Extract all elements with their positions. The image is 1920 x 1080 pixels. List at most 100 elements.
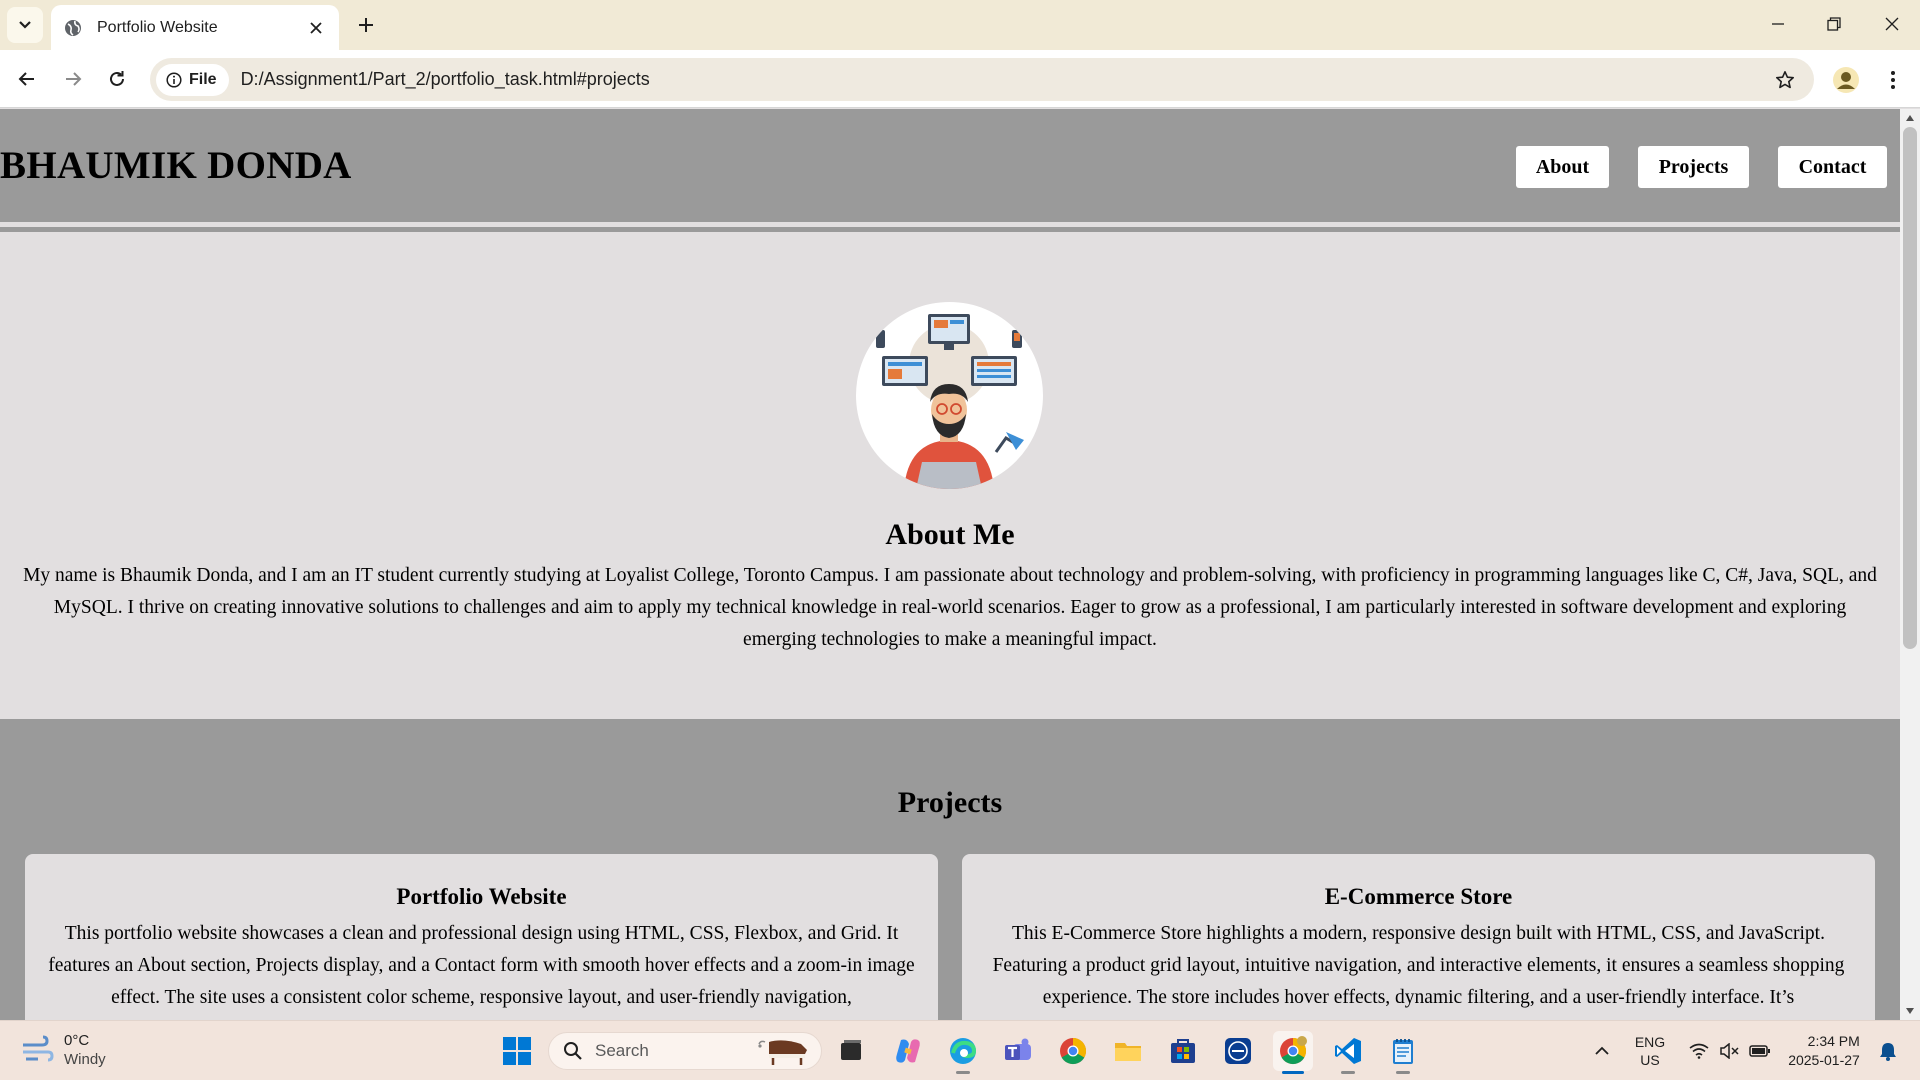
store-icon bbox=[1171, 1039, 1195, 1063]
search-placeholder: Search bbox=[595, 1041, 649, 1060]
scroll-up-arrow[interactable] bbox=[1900, 109, 1920, 127]
address-bar[interactable]: File D:/Assignment1/Part_2/portfolio_tas… bbox=[150, 58, 1814, 101]
chevron-up-icon bbox=[1595, 1046, 1609, 1055]
close-window-button[interactable] bbox=[1864, 0, 1920, 48]
scrollbar-thumb[interactable] bbox=[1903, 127, 1917, 649]
taskbar-vscode[interactable] bbox=[1328, 1031, 1368, 1074]
volume-muted-icon bbox=[1720, 1043, 1739, 1059]
nav-link-projects[interactable]: Projects bbox=[1638, 146, 1749, 188]
minimize-button[interactable] bbox=[1750, 0, 1806, 48]
nav-link-about[interactable]: About bbox=[1516, 146, 1609, 188]
taskbar-edge[interactable] bbox=[943, 1031, 983, 1074]
browser-tab-bar: Portfolio Website bbox=[0, 0, 1920, 50]
scroll-down-arrow[interactable] bbox=[1900, 1002, 1920, 1020]
taskbar-copilot[interactable] bbox=[888, 1031, 928, 1071]
notepad-icon bbox=[1393, 1039, 1413, 1064]
reload-icon bbox=[110, 71, 124, 86]
browser-menu-button[interactable] bbox=[1880, 64, 1906, 96]
taskbar-dell[interactable] bbox=[1218, 1031, 1258, 1071]
profile-button[interactable] bbox=[1830, 64, 1862, 96]
site-info-label: File bbox=[189, 70, 217, 88]
restore-icon bbox=[1827, 17, 1841, 31]
active-indicator bbox=[1282, 1071, 1304, 1074]
arrow-right-icon bbox=[66, 72, 82, 86]
about-text: My name is Bhaumik Donda, and I am an IT… bbox=[23, 565, 1877, 650]
clock-time: 2:34 PM bbox=[1807, 1033, 1860, 1049]
copilot-icon bbox=[896, 1039, 920, 1063]
dell-icon bbox=[1225, 1038, 1251, 1064]
triangle-down-icon bbox=[1906, 1008, 1914, 1014]
tab-title: Portfolio Website bbox=[97, 18, 218, 36]
edge-icon bbox=[950, 1038, 977, 1064]
chevron-down-icon bbox=[19, 21, 31, 29]
task-view-icon bbox=[841, 1040, 861, 1060]
chrome-icon bbox=[1060, 1037, 1087, 1065]
bookmark-button[interactable] bbox=[1770, 65, 1800, 95]
restore-button[interactable] bbox=[1806, 0, 1862, 48]
site-info-chip[interactable]: File bbox=[156, 63, 229, 96]
taskbar-notepad[interactable] bbox=[1383, 1031, 1423, 1074]
browser-toolbar: File D:/Assignment1/Part_2/portfolio_tas… bbox=[0, 50, 1920, 108]
project-title: Portfolio Website bbox=[396, 884, 567, 909]
notifications-button[interactable] bbox=[1874, 1031, 1902, 1071]
site-header: BHAUMIK DONDA About Projects Contact bbox=[0, 109, 1900, 222]
plus-icon bbox=[359, 18, 373, 32]
folder-icon bbox=[1115, 1043, 1141, 1061]
close-icon bbox=[310, 21, 322, 34]
taskbar-teams[interactable] bbox=[998, 1031, 1038, 1071]
projects-section: Projects Portfolio Website This portfoli… bbox=[0, 719, 1900, 1020]
running-indicator bbox=[1341, 1071, 1355, 1074]
start-button[interactable] bbox=[497, 1031, 537, 1071]
taskbar-chrome-profile[interactable] bbox=[1273, 1031, 1313, 1074]
weather-temp: 0°C bbox=[64, 1032, 90, 1049]
running-indicator bbox=[956, 1071, 970, 1074]
show-hidden-icons[interactable] bbox=[1588, 1031, 1616, 1071]
tab-close-button[interactable] bbox=[305, 17, 327, 39]
taskbar-chrome[interactable] bbox=[1053, 1031, 1093, 1071]
close-icon bbox=[1885, 17, 1899, 31]
weather-condition: Windy bbox=[64, 1051, 106, 1068]
forward-button[interactable] bbox=[55, 61, 91, 97]
arrow-left-icon bbox=[18, 72, 34, 86]
search-icon bbox=[564, 1042, 582, 1060]
reload-button[interactable] bbox=[99, 61, 135, 97]
project-description: This E-Commerce Store highlights a moder… bbox=[992, 923, 1845, 1008]
triangle-up-icon bbox=[1906, 115, 1914, 121]
project-card: Portfolio Website This portfolio website… bbox=[25, 854, 938, 1020]
clock[interactable]: 2:34 PM 2025-01-27 bbox=[1780, 1031, 1868, 1071]
star-icon bbox=[1776, 70, 1794, 88]
chrome-icon bbox=[1280, 1036, 1307, 1065]
taskbar-search[interactable]: Search bbox=[548, 1032, 822, 1070]
back-button[interactable] bbox=[9, 61, 45, 97]
language-indicator[interactable]: ENG US bbox=[1628, 1031, 1672, 1071]
taskbar-task-view[interactable] bbox=[831, 1031, 871, 1071]
tab-search-button[interactable] bbox=[7, 7, 43, 43]
running-indicator bbox=[1396, 1071, 1410, 1074]
info-icon bbox=[166, 71, 182, 88]
teams-icon bbox=[1005, 1038, 1031, 1060]
profile-illustration bbox=[856, 302, 1043, 489]
system-tray-icons[interactable] bbox=[1684, 1031, 1776, 1071]
active-tab[interactable]: Portfolio Website bbox=[51, 5, 339, 50]
taskbar-store[interactable] bbox=[1163, 1031, 1203, 1071]
globe-icon bbox=[65, 19, 81, 36]
more-vertical-icon bbox=[1891, 71, 1895, 89]
wind-icon bbox=[23, 1035, 54, 1062]
project-description: This portfolio website showcases a clean… bbox=[48, 923, 915, 1008]
weather-widget[interactable]: 0°C Windy bbox=[20, 1031, 106, 1069]
piano-icon bbox=[758, 1040, 807, 1065]
about-heading: About Me bbox=[885, 518, 1015, 551]
wifi-icon bbox=[1689, 1043, 1709, 1059]
battery-icon bbox=[1749, 1045, 1770, 1057]
site-brand: BHAUMIK DONDA bbox=[0, 144, 352, 187]
bell-icon bbox=[1880, 1043, 1896, 1061]
windows-icon bbox=[503, 1037, 531, 1065]
nav-link-contact[interactable]: Contact bbox=[1778, 146, 1887, 188]
new-tab-button[interactable] bbox=[352, 11, 380, 39]
taskbar: 0°C Windy Search ENG US 2:34 PM 2025-01-… bbox=[0, 1020, 1920, 1080]
taskbar-file-explorer[interactable] bbox=[1108, 1031, 1148, 1071]
page-viewport: BHAUMIK DONDA About Projects Contact Abo… bbox=[0, 109, 1900, 1020]
url-text[interactable]: D:/Assignment1/Part_2/portfolio_task.htm… bbox=[241, 69, 1770, 90]
project-card: E-Commerce Store This E-Commerce Store h… bbox=[962, 854, 1875, 1020]
projects-heading: Projects bbox=[897, 786, 1003, 819]
